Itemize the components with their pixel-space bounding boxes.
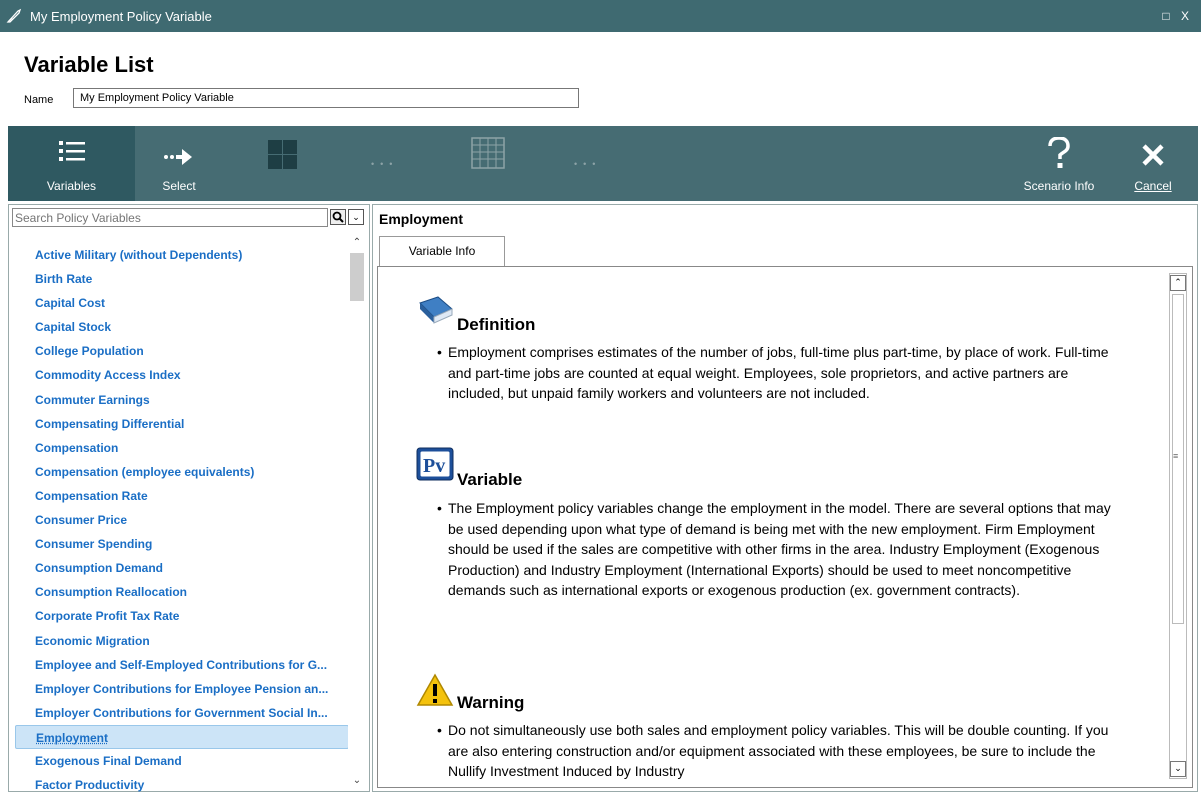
chevron-up-icon[interactable]: ⌃	[1170, 275, 1186, 291]
close-icon	[1142, 144, 1164, 166]
variables-label: Variables	[46, 179, 97, 193]
question-mark-icon	[1048, 137, 1070, 168]
search-input[interactable]	[12, 208, 328, 227]
list-scrollbar[interactable]: ⌃ ⌄	[348, 235, 366, 790]
variables-button[interactable]: Variables	[8, 126, 135, 201]
list-item[interactable]: Factor Productivity	[15, 773, 349, 797]
list-item[interactable]: Commuter Earnings	[15, 388, 349, 412]
step-dots: •••	[371, 159, 399, 169]
list-item[interactable]: Capital Stock	[15, 315, 349, 339]
chevron-down-icon[interactable]: ⌄	[1170, 761, 1186, 777]
list-item[interactable]: Economic Migration	[15, 629, 349, 653]
name-label: Name	[24, 94, 54, 106]
list-item[interactable]: Employee and Self-Employed Contributions…	[15, 653, 349, 677]
chevron-down-icon: ⌄	[352, 212, 360, 222]
header-area: Variable List Name	[0, 32, 1201, 126]
variable-list: Active Military (without Dependents) Bir…	[15, 243, 349, 797]
scenario-info-button[interactable]: Scenario Info	[1011, 126, 1107, 201]
window-controls[interactable]: □ X	[1162, 9, 1193, 23]
list-item[interactable]: Consumption Reallocation	[15, 580, 349, 604]
list-item[interactable]: Consumer Price	[15, 508, 349, 532]
grip-icon: ≡	[1173, 451, 1179, 461]
list-item[interactable]: Birth Rate	[15, 267, 349, 291]
name-input[interactable]	[73, 88, 579, 108]
dashboard-icon	[268, 140, 297, 169]
book-icon	[419, 296, 453, 324]
warning-heading: Warning	[457, 693, 525, 712]
warning-icon	[416, 673, 454, 706]
warning-text: Do not simultaneously use both sales and…	[437, 720, 1116, 782]
window-titlebar: My Employment Policy Variable □ X	[0, 0, 1201, 32]
list-item[interactable]: Employer Contributions for Government So…	[15, 701, 349, 725]
list-item[interactable]: Active Military (without Dependents)	[15, 243, 349, 267]
list-item[interactable]: Compensation (employee equivalents)	[15, 460, 349, 484]
scenario-info-label: Scenario Info	[1023, 179, 1095, 193]
cancel-label: Cancel	[1134, 179, 1172, 193]
definition-text: Employment comprises estimates of the nu…	[437, 342, 1116, 404]
policy-variable-icon: Pv	[416, 447, 454, 481]
list-item[interactable]: Commodity Access Index	[15, 363, 349, 387]
toolbar: Variables Select ••• ••• Scenario Info C…	[8, 126, 1198, 201]
window-title: My Employment Policy Variable	[30, 9, 212, 24]
step-dots-2: •••	[574, 159, 602, 169]
list-item[interactable]: Exogenous Final Demand	[15, 749, 349, 773]
list-item[interactable]: Consumption Demand	[15, 556, 349, 580]
chevron-up-icon[interactable]: ⌃	[348, 237, 366, 248]
list-item[interactable]: College Population	[15, 339, 349, 363]
variable-heading: Variable	[457, 470, 523, 489]
variable-list-panel: ⌄ Active Military (without Dependents) B…	[8, 204, 370, 792]
list-item[interactable]: Compensating Differential	[15, 412, 349, 436]
chevron-down-icon[interactable]: ⌄	[348, 775, 366, 786]
scrollbar-thumb[interactable]	[350, 253, 364, 301]
page-title: Variable List	[24, 52, 154, 77]
detail-title: Employment	[379, 211, 464, 227]
select-label: Select	[162, 179, 196, 193]
content-scrollbar[interactable]: ⌃ ≡ ⌄	[1169, 273, 1187, 779]
list-item-selected[interactable]: Employment	[15, 724, 349, 749]
variable-info-content: Definition Employment comprises estimate…	[377, 266, 1193, 788]
detail-panel: Employment Variable Info Definition Empl…	[372, 204, 1198, 792]
cancel-button[interactable]: Cancel	[1118, 126, 1188, 201]
arrow-right-icon	[164, 149, 192, 165]
search-button[interactable]	[330, 209, 346, 225]
list-item[interactable]: Capital Cost	[15, 291, 349, 315]
list-icon	[58, 141, 85, 161]
svg-text:Pv: Pv	[423, 455, 445, 477]
list-item[interactable]: Employer Contributions for Employee Pens…	[15, 677, 349, 701]
list-item[interactable]: Compensation Rate	[15, 484, 349, 508]
variable-text: The Employment policy variables change t…	[437, 498, 1116, 601]
tab-variable-info[interactable]: Variable Info	[379, 236, 505, 266]
feather-icon	[6, 8, 22, 29]
search-icon	[332, 211, 344, 223]
search-options-dropdown[interactable]: ⌄	[348, 209, 364, 225]
select-button[interactable]: Select	[135, 126, 223, 201]
list-item[interactable]: Consumer Spending	[15, 532, 349, 556]
list-item[interactable]: Compensation	[15, 436, 349, 460]
definition-heading: Definition	[457, 315, 536, 334]
list-item[interactable]: Corporate Profit Tax Rate	[15, 604, 349, 628]
table-icon	[471, 137, 505, 169]
